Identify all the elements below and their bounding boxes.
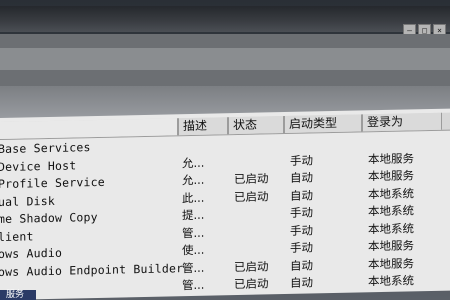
service-name: lient	[0, 228, 34, 244]
service-logon-as: 本地系统	[368, 185, 414, 201]
column-header-description[interactable]: 描述	[178, 117, 228, 136]
service-status: 已启动	[234, 276, 269, 292]
service-startup-type: 自动	[290, 187, 313, 203]
service-startup-type: 手动	[290, 152, 313, 168]
service-logon-as: 本地服务	[368, 150, 414, 166]
column-header-status[interactable]: 状态	[228, 116, 284, 135]
service-description: 管...	[182, 277, 205, 293]
service-name: Profile Service	[0, 174, 105, 192]
service-logon-as: 本地系统	[368, 220, 414, 236]
service-description: 管...	[182, 225, 205, 240]
service-description: 允...	[182, 172, 205, 188]
service-logon-as: 本地服务	[368, 238, 414, 254]
service-name: ual Disk	[0, 193, 55, 209]
service-logon-as: 本地系统	[368, 203, 414, 219]
service-startup-type: 手动	[290, 205, 313, 220]
service-status: 已启动	[234, 258, 269, 274]
service-logon-as: 本地服务	[368, 255, 414, 271]
service-name: Device Host	[0, 157, 77, 174]
toolbar-strip	[0, 48, 450, 70]
service-startup-type: 手动	[290, 222, 313, 238]
service-description: 允...	[182, 155, 205, 170]
services-panel: 描述 状态 启动类型 登录为 Base Services Device Host…	[0, 108, 450, 300]
service-description: 此...	[182, 190, 205, 205]
service-startup-type: 自动	[290, 275, 313, 290]
service-name: Base Services	[0, 140, 91, 157]
service-status: 已启动	[234, 188, 269, 204]
service-startup-type: 自动	[290, 257, 313, 273]
services-list: Base Services Device Host 允... 手动 本地服务 P…	[0, 132, 450, 299]
service-status: 已启动	[234, 171, 269, 187]
service-description: 管...	[182, 260, 205, 275]
service-startup-type: 手动	[290, 240, 313, 255]
service-startup-type: 自动	[290, 170, 313, 185]
service-name: me Shadow Copy	[0, 209, 98, 227]
service-name: ows Audio	[0, 245, 63, 262]
service-logon-as: 本地系统	[368, 273, 414, 289]
column-header-startup-type[interactable]: 启动类型	[284, 114, 362, 134]
service-description: 使...	[182, 242, 205, 258]
service-logon-as: 本地服务	[368, 168, 414, 184]
column-header-name[interactable]	[0, 118, 178, 139]
column-header-logon-as[interactable]: 登录为	[362, 112, 442, 132]
service-description: 提...	[182, 207, 205, 223]
window-titlebar	[0, 6, 450, 32]
bottom-tab[interactable]: 服务	[0, 290, 36, 300]
